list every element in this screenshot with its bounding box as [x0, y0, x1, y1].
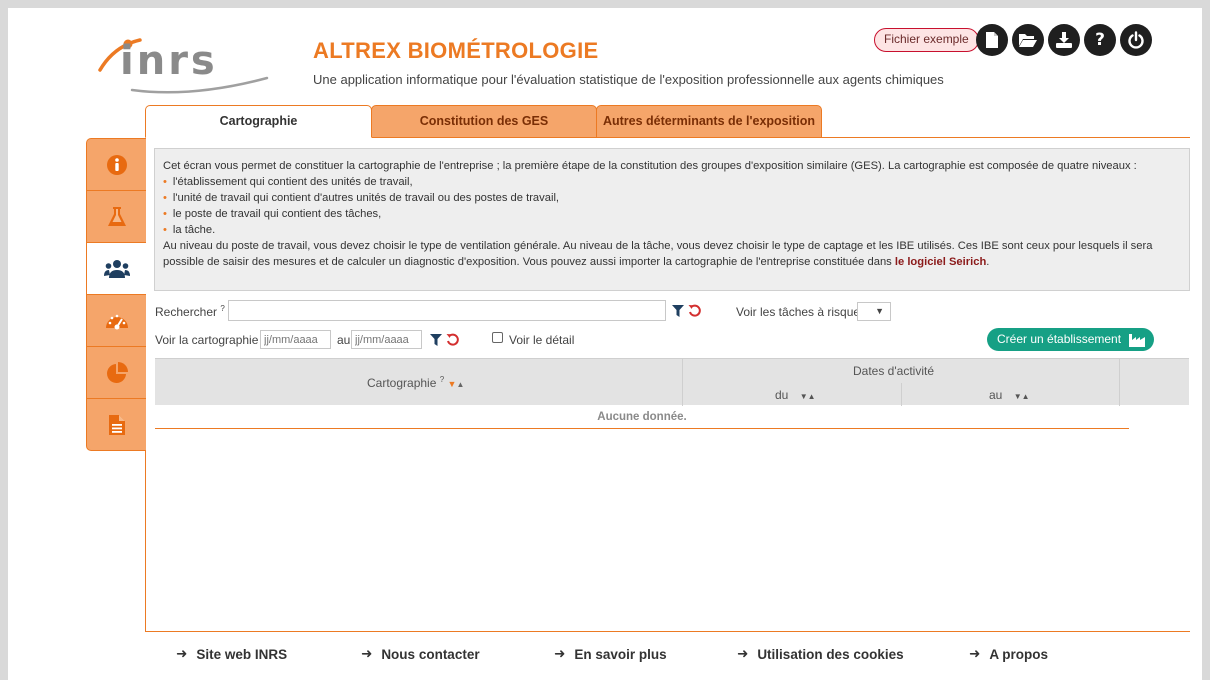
open-folder-icon[interactable] [1012, 24, 1044, 56]
date-reset-icon[interactable] [446, 333, 459, 346]
tab-constitution-ges[interactable]: Constitution des GES [371, 105, 597, 138]
arrow-right-icon: ➜ [176, 646, 188, 661]
arrow-right-icon: ➜ [361, 646, 373, 661]
footer-link-label: Nous contacter [381, 646, 480, 662]
column-header-cartographie[interactable]: Cartographie ? ▼▲ [367, 375, 464, 390]
create-establishment-button[interactable]: Créer un établissement [987, 328, 1155, 351]
info-detail: Au niveau du poste de travail, vous deve… [163, 238, 1181, 270]
level-item: le poste de travail qui contient des tâc… [163, 206, 1181, 222]
footer-divider [145, 631, 1190, 632]
info-icon [106, 154, 127, 175]
date-to-label: au [337, 333, 351, 347]
column-group-dates: Dates d'activité [853, 364, 934, 378]
gauge-icon [105, 314, 128, 329]
level-item: l'établissement qui contient des unités … [163, 174, 1181, 190]
footer-link-contact[interactable]: ➜ Nous contacter [361, 646, 480, 662]
column-header-du-label: du [775, 388, 789, 402]
detail-label: Voir le détail [509, 333, 575, 347]
level-item: la tâche. [163, 222, 1181, 238]
column-divider [682, 359, 683, 406]
power-icon[interactable] [1120, 24, 1152, 56]
search-help-mark[interactable]: ? [220, 304, 224, 313]
column-header-au-label: au [989, 388, 1003, 402]
footer-link-label: En savoir plus [574, 646, 667, 662]
column-header-cartographie-label: Cartographie [367, 376, 437, 390]
risk-label: Voir les tâches à risque ? [736, 304, 868, 319]
app-page: inrs ALTREX BIOMÉTROLOGIE Une applicatio… [8, 8, 1202, 680]
create-establishment-label: Créer un établissement [997, 332, 1122, 346]
footer-link-label: A propos [989, 646, 1049, 662]
document-icon [108, 415, 125, 435]
app-subtitle: Une application informatique pour l'éval… [313, 72, 944, 87]
footer-link-site-inrs[interactable]: ➜ Site web INRS [176, 646, 287, 662]
pie-chart-icon [106, 361, 128, 383]
tab-autres-determinants[interactable]: Autres déterminants de l'exposition [596, 105, 822, 138]
column-divider [1119, 359, 1120, 406]
side-item-cartographie[interactable] [87, 243, 146, 295]
help-icon[interactable]: ? [1084, 24, 1116, 56]
sort-asc-icon[interactable]: ▲ [456, 380, 464, 389]
footer-link-cookies[interactable]: ➜ Utilisation des cookies [737, 646, 904, 662]
content-border [145, 451, 146, 631]
arrow-right-icon: ➜ [969, 646, 981, 661]
column-header-du[interactable]: du ▼▲ [775, 388, 816, 402]
cartographie-help-mark[interactable]: ? [440, 375, 444, 384]
date-filter-icon[interactable] [430, 334, 442, 346]
footer-link-more[interactable]: ➜ En savoir plus [554, 646, 667, 662]
search-label: Rechercher ? : [155, 304, 232, 319]
seirich-link[interactable]: le logiciel Seirich [895, 256, 986, 268]
sort-icons[interactable]: ▼▲ [1014, 392, 1030, 401]
map-date-label: Voir la cartographie du [155, 333, 276, 347]
users-icon [103, 259, 130, 278]
tab-cartographie[interactable]: Cartographie [145, 105, 372, 138]
column-divider [901, 383, 902, 406]
info-intro: Cet écran vous permet de constituer la c… [163, 160, 1137, 172]
factory-icon [1129, 333, 1146, 347]
search-input[interactable] [228, 300, 666, 321]
sample-file-button[interactable]: Fichier exemple [874, 28, 979, 52]
new-file-icon[interactable] [976, 24, 1008, 56]
table-header: Cartographie ? ▼▲ Dates d'activité du ▼▲… [155, 358, 1189, 406]
side-nav [86, 138, 146, 451]
info-end: . [986, 256, 990, 268]
side-item-report[interactable] [87, 399, 146, 450]
search-label-text: Rechercher [155, 305, 218, 319]
help-icon-glyph: ? [1095, 30, 1105, 50]
date-to-input[interactable] [351, 330, 422, 349]
sort-icons[interactable]: ▼▲ [800, 392, 816, 401]
footer-link-about[interactable]: ➜ A propos [969, 646, 1048, 662]
arrow-right-icon: ➜ [737, 646, 749, 661]
filter-icon[interactable] [672, 305, 684, 317]
empty-table-message: Aucune donnée. [155, 405, 1129, 429]
side-item-biometrologie[interactable] [87, 191, 146, 243]
reset-icon[interactable] [688, 304, 701, 317]
arrow-right-icon: ➜ [554, 646, 566, 661]
app-title: ALTREX BIOMÉTROLOGIE [313, 38, 599, 63]
info-panel: Cet écran vous permet de constituer la c… [154, 148, 1190, 291]
date-from-input[interactable] [260, 330, 331, 349]
detail-checkbox[interactable] [492, 332, 503, 343]
side-item-info[interactable] [87, 139, 146, 191]
download-icon[interactable] [1048, 24, 1080, 56]
footer-link-label: Utilisation des cookies [757, 646, 904, 662]
levels-list: l'établissement qui contient des unités … [163, 174, 1181, 238]
inrs-logo[interactable]: inrs [92, 28, 282, 100]
info-detail-text: Au niveau du poste de travail, vous deve… [163, 240, 1153, 268]
side-item-statistics[interactable] [87, 347, 146, 399]
level-item: l'unité de travail qui contient d'autres… [163, 190, 1181, 206]
risk-label-text: Voir les tâches à risque [736, 305, 861, 319]
column-header-au[interactable]: au ▼▲ [989, 388, 1030, 402]
risk-select[interactable]: ▼ [857, 302, 891, 321]
flask-icon [107, 206, 126, 226]
logo-text: inrs [120, 38, 218, 84]
side-item-dashboard[interactable] [87, 295, 146, 347]
footer-link-label: Site web INRS [196, 646, 288, 662]
